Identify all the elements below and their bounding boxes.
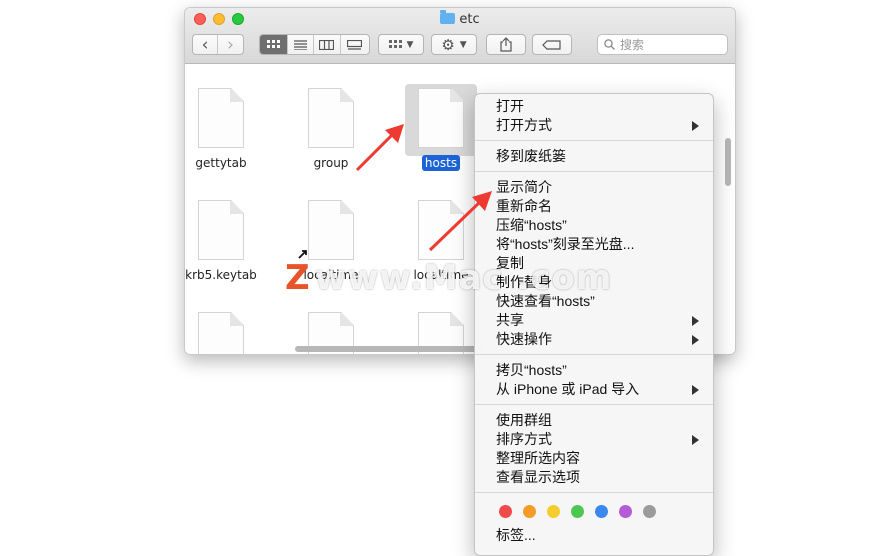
watermark: Zwww.Mac .com xyxy=(285,258,613,298)
annotation-arrow xyxy=(428,191,492,252)
annotation-arrow xyxy=(355,124,404,172)
